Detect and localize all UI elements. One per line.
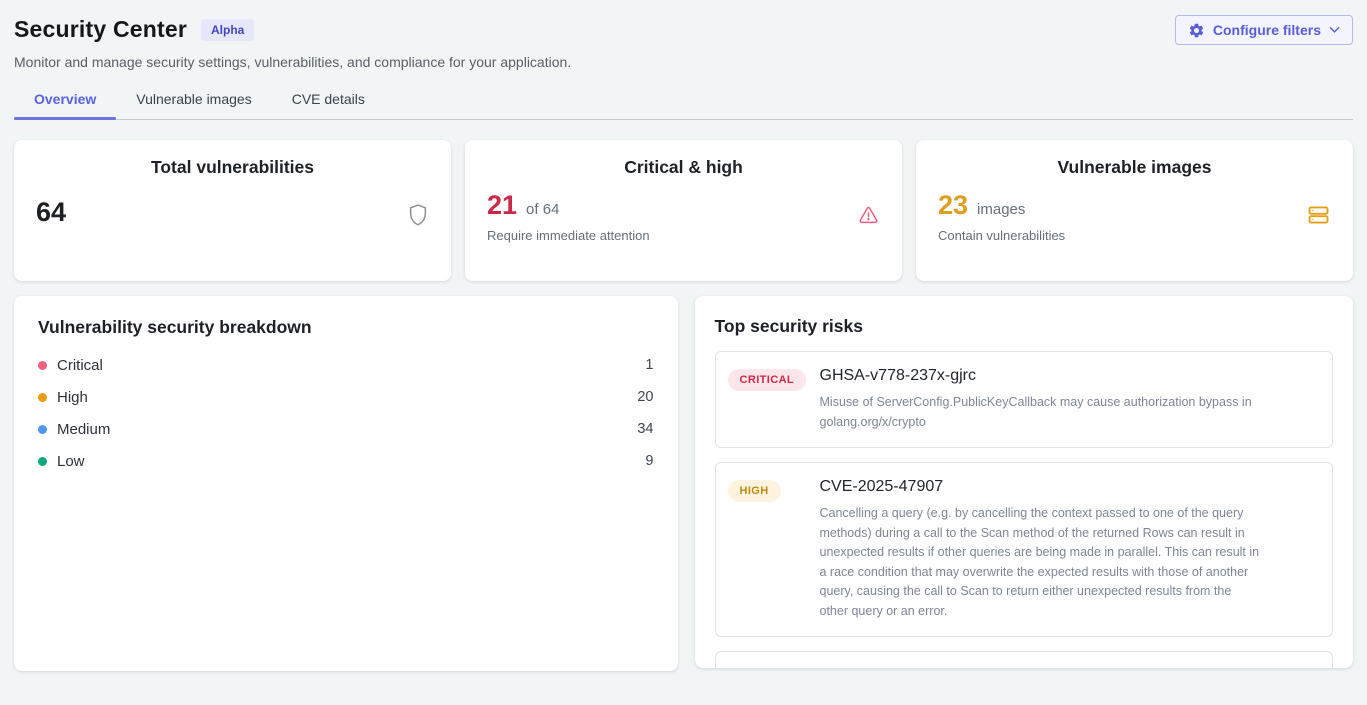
breakdown-label: High	[57, 389, 88, 406]
severity-badge: HIGH	[728, 480, 781, 502]
tab-overview[interactable]: Overview	[14, 91, 116, 119]
critical-dot	[38, 361, 47, 370]
alpha-badge: Alpha	[201, 19, 254, 41]
top-security-risks-panel: Top security risks CRITICAL GHSA-v778-23…	[695, 296, 1354, 668]
stat-card-vulnerable-images: Vulnerable images 23 images Contain vuln…	[916, 140, 1353, 281]
page-title: Security Center	[14, 16, 187, 43]
risk-card-ghsa-v778-237x-gjrc[interactable]: CRITICAL GHSA-v778-237x-gjrc Misuse of S…	[715, 351, 1334, 448]
risk-id: CVE-2025-47907	[820, 478, 1321, 496]
page-subtitle: Monitor and manage security settings, vu…	[14, 54, 1353, 70]
risk-id: GHSA-v778-237x-gjrc	[820, 367, 1321, 385]
risk-card-cve-2025-9086[interactable]: HIGH CVE-2025-9086	[715, 651, 1334, 668]
stat-card-title: Critical & high	[465, 157, 902, 178]
stat-cards-row: Total vulnerabilities 64	[14, 140, 1353, 281]
breakdown-label: Medium	[57, 421, 110, 438]
stat-suffix: of 64	[526, 201, 559, 218]
configure-filters-button[interactable]: Configure filters	[1175, 15, 1353, 45]
low-dot	[38, 457, 47, 466]
stat-card-total-vulnerabilities: Total vulnerabilities 64	[14, 140, 451, 281]
stat-value: 64	[36, 199, 66, 226]
breakdown-row-high: High 20	[38, 381, 654, 413]
tab-vulnerable-images[interactable]: Vulnerable images	[116, 91, 271, 119]
stat-card-title: Total vulnerabilities	[14, 157, 451, 178]
configure-filters-label: Configure filters	[1213, 22, 1321, 38]
tab-bar: Overview Vulnerable images CVE details	[14, 91, 1353, 120]
breakdown-value: 20	[637, 389, 653, 405]
stat-value: 21	[487, 192, 517, 219]
breakdown-value: 9	[645, 453, 653, 469]
stat-subtext: Require immediate attention	[487, 228, 650, 243]
shield-icon	[407, 203, 429, 232]
breakdown-value: 34	[637, 421, 653, 437]
breakdown-label: Low	[57, 453, 85, 470]
breakdown-row-critical: Critical 1	[38, 349, 654, 381]
breakdown-value: 1	[645, 357, 653, 373]
breakdown-title: Vulnerability security breakdown	[38, 317, 654, 338]
page-header: Security Center Alpha Configure filters …	[0, 0, 1367, 120]
breakdown-row-low: Low 9	[38, 445, 654, 477]
severity-badge: CRITICAL	[728, 369, 807, 391]
warning-triangle-icon	[857, 204, 880, 231]
stat-value: 23	[938, 192, 968, 219]
stat-card-title: Vulnerable images	[916, 157, 1353, 178]
main-content: Total vulnerabilities 64	[0, 140, 1367, 671]
stat-suffix: images	[977, 201, 1025, 218]
gear-icon	[1188, 22, 1205, 39]
breakdown-row-medium: Medium 34	[38, 413, 654, 445]
risk-description: Misuse of ServerConfig.PublicKeyCallback…	[820, 393, 1260, 432]
security-center-page: Security Center Alpha Configure filters …	[0, 0, 1367, 705]
tab-cve-details[interactable]: CVE details	[272, 91, 385, 119]
risk-description: Cancelling a query (e.g. by cancelling t…	[820, 504, 1260, 621]
lower-panels: Vulnerability security breakdown Critica…	[14, 296, 1353, 671]
chevron-down-icon	[1329, 26, 1340, 34]
server-stack-icon	[1306, 203, 1331, 232]
stat-subtext: Contain vulnerabilities	[938, 228, 1065, 243]
stat-card-critical-high: Critical & high 21 of 64 Require immedia…	[465, 140, 902, 281]
medium-dot	[38, 425, 47, 434]
breakdown-label: Critical	[57, 357, 103, 374]
high-dot	[38, 393, 47, 402]
risk-id: CVE-2025-9086	[820, 667, 1321, 668]
top-risks-title: Top security risks	[715, 316, 1334, 337]
risk-card-cve-2025-47907[interactable]: HIGH CVE-2025-47907 Cancelling a query (…	[715, 462, 1334, 637]
vulnerability-breakdown-panel: Vulnerability security breakdown Critica…	[14, 296, 678, 671]
